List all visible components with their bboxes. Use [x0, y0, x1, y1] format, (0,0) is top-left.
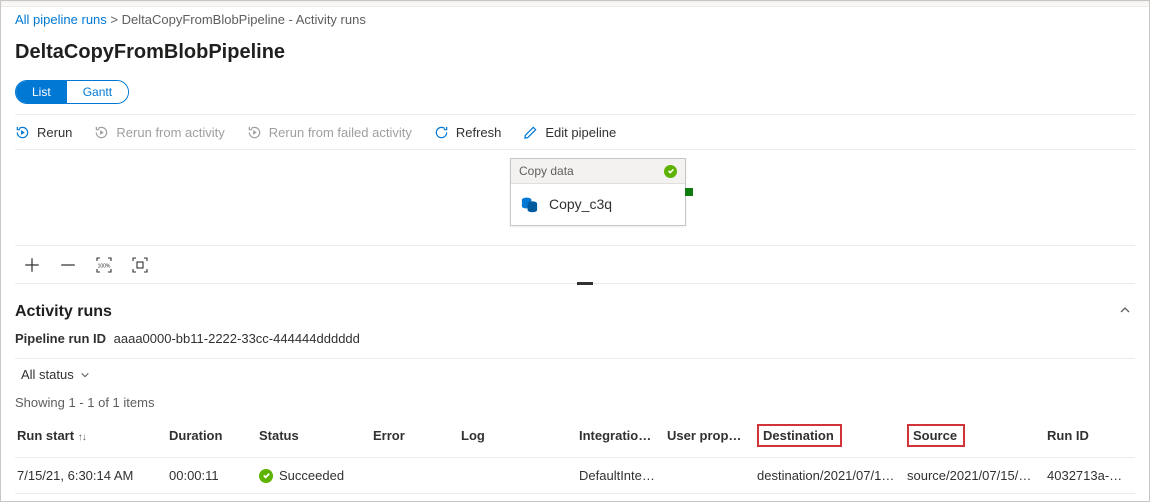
- rerun-failed-icon: [247, 125, 262, 140]
- table-row[interactable]: 7/15/21, 6:30:14 AM 00:00:11 Succeeded D…: [15, 458, 1135, 494]
- col-run-start-label: Run start: [17, 428, 74, 443]
- col-integration[interactable]: Integration ...: [577, 414, 665, 458]
- view-list-button[interactable]: List: [16, 81, 67, 103]
- page-title: DeltaCopyFromBlobPipeline: [15, 31, 1135, 80]
- col-duration[interactable]: Duration: [167, 414, 257, 458]
- breadcrumb-current: DeltaCopyFromBlobPipeline - Activity run…: [122, 12, 366, 27]
- activity-type-label: Copy data: [519, 164, 574, 178]
- zoom-100-button[interactable]: 100%: [95, 256, 113, 274]
- cell-integration: DefaultIntegrati: [577, 458, 665, 494]
- edit-pipeline-label: Edit pipeline: [545, 125, 616, 140]
- zoom-100-icon: 100%: [95, 256, 113, 274]
- rerun-from-failed-button: Rerun from failed activity: [247, 125, 412, 140]
- activity-runs-table: Run start ↑↓ Duration Status Error Log I…: [15, 414, 1135, 494]
- zoom-fit-icon: [131, 256, 149, 274]
- cell-destination: destination/2021/07/15/06/: [755, 458, 905, 494]
- cell-error: [371, 458, 459, 494]
- cell-user-props: [665, 458, 755, 494]
- col-source[interactable]: Source: [905, 414, 1045, 458]
- col-log[interactable]: Log: [459, 414, 577, 458]
- rerun-activity-icon: [94, 125, 109, 140]
- runid-value: aaaa0000-bb11-2222-33cc-444444dddddd: [114, 331, 360, 346]
- results-count: Showing 1 - 1 of 1 items: [15, 389, 1135, 414]
- cell-status: Succeeded: [257, 458, 371, 494]
- zoom-fit-button[interactable]: [131, 256, 149, 274]
- view-gantt-button[interactable]: Gantt: [67, 81, 128, 103]
- pipeline-canvas[interactable]: Copy data Copy_c3q: [15, 150, 1135, 246]
- collapse-section-button[interactable]: [1115, 300, 1135, 323]
- refresh-button[interactable]: Refresh: [434, 125, 502, 140]
- pencil-icon: [523, 125, 538, 140]
- integration-text: DefaultIntegrati: [579, 468, 665, 483]
- section-title: Activity runs: [15, 303, 112, 321]
- activity-node[interactable]: Copy data Copy_c3q: [510, 158, 686, 226]
- col-run-start[interactable]: Run start ↑↓: [15, 414, 167, 458]
- rerun-icon: [15, 125, 30, 140]
- chevron-up-icon: [1119, 304, 1131, 316]
- rerun-activity-label: Rerun from activity: [116, 125, 224, 140]
- edit-pipeline-button[interactable]: Edit pipeline: [523, 125, 616, 140]
- table-header-row: Run start ↑↓ Duration Status Error Log I…: [15, 414, 1135, 458]
- toolbar: Rerun Rerun from activity Rerun from fai…: [15, 114, 1135, 150]
- success-icon: [664, 165, 677, 178]
- rerun-from-activity-button: Rerun from activity: [94, 125, 224, 140]
- activity-node-header: Copy data: [511, 159, 685, 184]
- view-mode-toggle: List Gantt: [15, 80, 129, 104]
- status-filter-dropdown[interactable]: All status: [21, 367, 90, 382]
- canvas-zoom-controls: 100%: [15, 246, 1135, 284]
- breadcrumb-separator: >: [110, 12, 121, 27]
- rerun-label: Rerun: [37, 125, 72, 140]
- activity-name: Copy_c3q: [549, 196, 612, 212]
- activity-output-handle[interactable]: [685, 188, 693, 196]
- pipeline-run-id-row: Pipeline run ID aaaa0000-bb11-2222-33cc-…: [15, 327, 1135, 358]
- col-user-props[interactable]: User proper...: [665, 414, 755, 458]
- cell-log: [459, 458, 577, 494]
- copy-data-icon: [520, 194, 539, 213]
- status-text: Succeeded: [279, 468, 344, 483]
- status-filter-label: All status: [21, 367, 74, 382]
- refresh-icon: [434, 125, 449, 140]
- col-run-id[interactable]: Run ID: [1045, 414, 1135, 458]
- cell-source: source/2021/07/15/06/: [905, 458, 1045, 494]
- plus-icon: [23, 256, 41, 274]
- refresh-label: Refresh: [456, 125, 502, 140]
- col-destination-highlight: Destination: [757, 424, 842, 447]
- chevron-down-icon: [80, 370, 90, 380]
- cell-run-start: 7/15/21, 6:30:14 AM: [15, 458, 167, 494]
- col-error[interactable]: Error: [371, 414, 459, 458]
- breadcrumb: All pipeline runs > DeltaCopyFromBlobPip…: [1, 7, 1149, 31]
- rerun-button[interactable]: Rerun: [15, 125, 72, 140]
- cell-duration: 00:00:11: [167, 458, 257, 494]
- col-source-highlight: Source: [907, 424, 965, 447]
- cell-run-id: 4032713a-59e0-41: [1045, 458, 1135, 494]
- breadcrumb-root-link[interactable]: All pipeline runs: [15, 12, 107, 27]
- activity-node-body: Copy_c3q: [511, 184, 685, 225]
- sort-icon: ↑↓: [78, 432, 86, 443]
- zoom-out-button[interactable]: [59, 256, 77, 274]
- rerun-failed-label: Rerun from failed activity: [269, 125, 412, 140]
- success-icon: [259, 469, 273, 483]
- runid-label: Pipeline run ID: [15, 331, 106, 346]
- svg-text:100%: 100%: [98, 264, 111, 270]
- col-status[interactable]: Status: [257, 414, 371, 458]
- minus-icon: [59, 256, 77, 274]
- zoom-in-button[interactable]: [23, 256, 41, 274]
- col-destination[interactable]: Destination: [755, 414, 905, 458]
